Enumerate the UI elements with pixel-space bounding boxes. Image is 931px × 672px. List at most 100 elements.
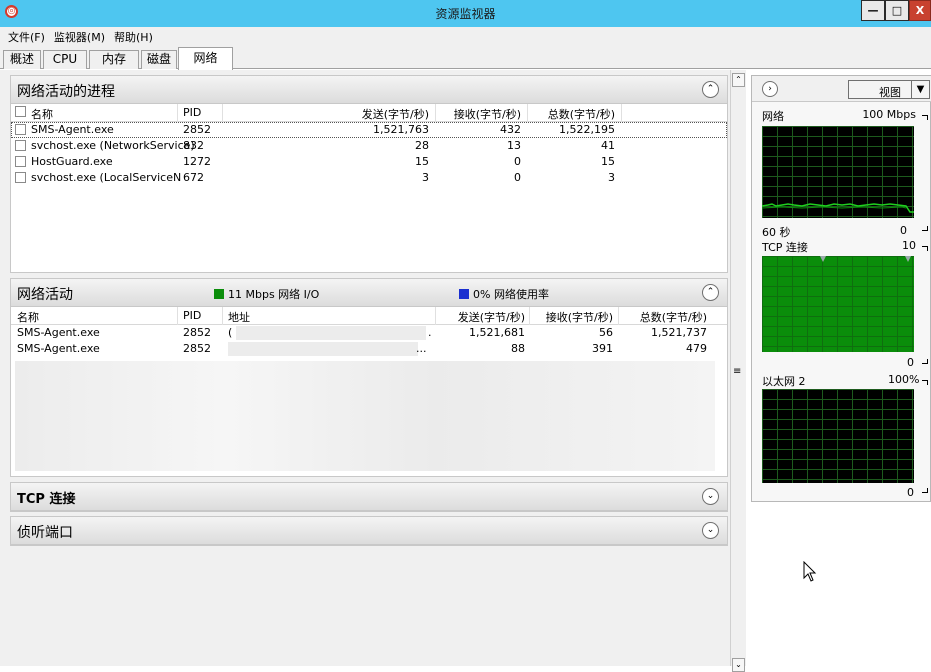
process-send: 15 xyxy=(415,155,429,168)
legend-io-swatch xyxy=(214,289,224,299)
tab-bar: 概述 CPU 内存 磁盘 网络 xyxy=(0,46,931,70)
tcp-graph-max: 10 xyxy=(902,239,916,252)
graph-tick xyxy=(922,359,928,364)
col-recv[interactable]: 接收(字节/秒) xyxy=(531,309,613,325)
tab-cpu[interactable]: CPU xyxy=(43,50,87,69)
process-name: HostGuard.exe xyxy=(31,155,113,168)
activity-address-tail: . xyxy=(428,326,432,339)
legend-usage-swatch xyxy=(459,289,469,299)
processes-section: 网络活动的进程 ⌃ 名称 PID 发送(字节/秒) 接收(字节/秒) 总数(字节… xyxy=(10,75,728,273)
collapse-processes-icon[interactable]: ⌃ xyxy=(702,81,719,98)
network-graph xyxy=(762,126,914,218)
row-checkbox[interactable] xyxy=(15,140,26,151)
tcp-graph-min: 0 xyxy=(907,356,914,369)
menu-help[interactable]: 帮助(H) xyxy=(110,27,158,46)
col-separator xyxy=(222,104,223,122)
network-activity-header[interactable]: 网络活动 11 Mbps 网络 I/O 0% 网络使用率 ⌃ xyxy=(11,279,727,307)
scroll-up-icon[interactable]: ⌃ xyxy=(732,73,745,87)
tcp-title: TCP 连接 xyxy=(17,492,76,507)
activity-name: SMS-Agent.exe xyxy=(17,342,100,355)
tab-overview[interactable]: 概述 xyxy=(3,50,41,69)
network-graph-max: 100 Mbps xyxy=(862,108,916,121)
col-recv[interactable]: 接收(字节/秒) xyxy=(441,106,521,122)
row-checkbox[interactable] xyxy=(15,172,26,183)
expand-tcp-icon[interactable]: ⌄ xyxy=(702,488,719,505)
expand-panel-icon[interactable]: › xyxy=(762,81,778,97)
tcp-graph-markers xyxy=(820,256,911,262)
process-pid: 2852 xyxy=(183,123,211,136)
window-title: 资源监视器 xyxy=(435,7,496,21)
menu-monitor[interactable]: 监视器(M) xyxy=(50,27,110,46)
network-graph-min: 0 xyxy=(900,224,907,237)
listen-header[interactable]: 侦听端口 ⌄ xyxy=(11,517,727,545)
graph-tick xyxy=(922,246,928,251)
tab-memory[interactable]: 内存 xyxy=(89,50,139,69)
activity-recv: 391 xyxy=(592,342,613,355)
col-send[interactable]: 发送(字节/秒) xyxy=(311,106,429,122)
col-separator xyxy=(621,104,622,122)
col-send[interactable]: 发送(字节/秒) xyxy=(437,309,525,325)
col-total[interactable]: 总数(字节/秒) xyxy=(621,309,707,325)
col-pid[interactable]: PID xyxy=(183,106,201,119)
left-pane: 网络活动的进程 ⌃ 名称 PID 发送(字节/秒) 接收(字节/秒) 总数(字节… xyxy=(0,70,730,666)
process-recv: 0 xyxy=(514,171,521,184)
vertical-scrollbar[interactable]: ⌃ ≡ ⌄ xyxy=(730,70,746,672)
expand-listen-icon[interactable]: ⌄ xyxy=(702,522,719,539)
network-graph-line xyxy=(762,203,914,213)
col-name[interactable]: 名称 xyxy=(17,309,39,325)
redacted-rows xyxy=(15,361,715,471)
ethernet-graph-label: 以太网 2 xyxy=(762,375,806,388)
activity-total: 1,521,737 xyxy=(651,326,707,339)
menu-file[interactable]: 文件(F) xyxy=(4,27,50,46)
table-row[interactable]: SMS-Agent.exe 2852 ... 88 391 479 xyxy=(11,341,727,357)
col-name[interactable]: 名称 xyxy=(31,106,53,122)
mouse-cursor-icon xyxy=(803,561,817,582)
activity-total: 479 xyxy=(686,342,707,355)
redacted-address xyxy=(236,326,426,340)
col-address[interactable]: 地址 xyxy=(228,309,250,325)
processes-column-header: 名称 PID 发送(字节/秒) 接收(字节/秒) 总数(字节/秒) xyxy=(11,104,727,122)
listen-section: 侦听端口 ⌄ xyxy=(10,516,728,546)
process-total: 41 xyxy=(601,139,615,152)
table-row[interactable]: svchost.exe (NetworkService) 832 28 13 4… xyxy=(11,138,727,154)
process-send: 3 xyxy=(422,171,429,184)
row-checkbox[interactable] xyxy=(15,124,26,135)
col-pid[interactable]: PID xyxy=(183,309,201,322)
processes-header[interactable]: 网络活动的进程 ⌃ xyxy=(11,76,727,104)
row-checkbox[interactable] xyxy=(15,156,26,167)
tab-network[interactable]: 网络 xyxy=(178,47,233,70)
menu-bar: 文件(F) 监视器(M) 帮助(H) xyxy=(0,27,931,46)
view-dropdown[interactable]: 视图 ▼ xyxy=(848,80,930,99)
activity-send: 88 xyxy=(511,342,525,355)
select-all-checkbox[interactable] xyxy=(15,106,26,117)
dropdown-arrow-icon[interactable]: ▼ xyxy=(911,81,929,98)
col-total[interactable]: 总数(字节/秒) xyxy=(531,106,615,122)
maximize-button[interactable]: □ xyxy=(885,0,909,21)
process-send: 1,521,763 xyxy=(373,123,429,136)
tab-disk[interactable]: 磁盘 xyxy=(141,50,177,69)
network-graph-label: 网络 xyxy=(762,110,784,123)
minimize-button[interactable]: — xyxy=(861,0,885,21)
process-total: 1,522,195 xyxy=(559,123,615,136)
window-controls: — □ X xyxy=(861,0,931,21)
table-row[interactable]: SMS-Agent.exe 2852 ( . 1,521,681 56 1,52… xyxy=(11,325,727,341)
activity-send: 1,521,681 xyxy=(469,326,525,339)
graph-panel: › 视图 ▼ 网络 100 Mbps 60 秒 0 TCP 连接 10 0 以太… xyxy=(751,75,931,502)
graph-pane: › 视图 ▼ 网络 100 Mbps 60 秒 0 TCP 连接 10 0 以太… xyxy=(746,70,931,666)
splitter-grip-icon[interactable]: ≡ xyxy=(733,366,741,377)
ethernet-graph-min: 0 xyxy=(907,486,914,499)
ethernet-graph-max: 100% xyxy=(888,373,920,386)
tcp-header[interactable]: TCP 连接 ⌄ xyxy=(11,483,727,511)
table-row[interactable]: svchost.exe (LocalServiceN... 672 3 0 3 xyxy=(11,170,727,186)
table-row[interactable]: HostGuard.exe 1272 15 0 15 xyxy=(11,154,727,170)
close-button[interactable]: X xyxy=(909,0,931,21)
table-row[interactable]: SMS-Agent.exe 2852 1,521,763 432 1,522,1… xyxy=(11,122,727,138)
col-separator xyxy=(529,307,530,325)
collapse-activity-icon[interactable]: ⌃ xyxy=(702,284,719,301)
scroll-down-icon[interactable]: ⌄ xyxy=(732,658,745,672)
graph-tick xyxy=(922,115,928,120)
tcp-section: TCP 连接 ⌄ xyxy=(10,482,728,512)
activity-column-header: 名称 PID 地址 发送(字节/秒) 接收(字节/秒) 总数(字节/秒) xyxy=(11,307,727,325)
activity-address: ( xyxy=(228,326,233,339)
col-separator xyxy=(527,104,528,122)
